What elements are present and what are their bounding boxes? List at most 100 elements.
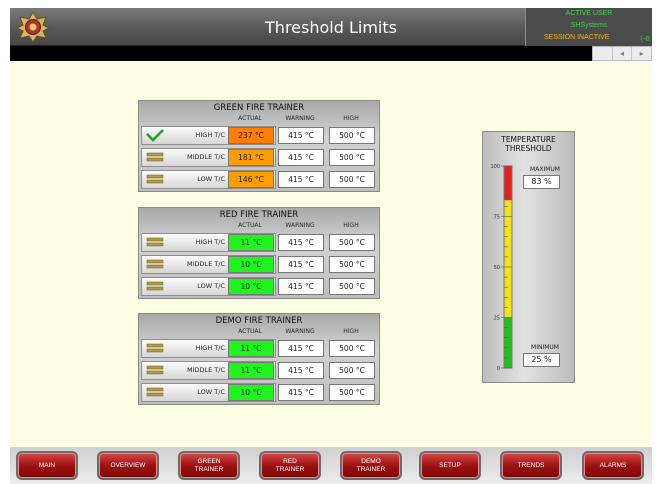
thermocouple-label: LOW T/C <box>197 388 225 396</box>
high-value-field[interactable]: 500 °C <box>329 127 375 144</box>
active-user-label: ACTIVE USER <box>565 10 613 17</box>
high-value-field[interactable]: 500 °C <box>329 149 375 166</box>
trainer-panel: GREEN FIRE TRAINER ACTUAL WARNING HIGH H… <box>138 100 380 192</box>
thermocouple-row: HIGH T/C 11 °C 415 °C 500 °C <box>139 338 379 360</box>
threshold-scale: 100 75 50 25 0 <box>490 164 513 372</box>
message-bar <box>10 46 592 61</box>
high-value-field[interactable]: 500 °C <box>329 256 375 273</box>
high-header: HIGH <box>343 328 359 335</box>
nav-overview-button[interactable]: OVERVIEW <box>97 451 159 480</box>
warning-value-field[interactable]: 415 °C <box>278 384 324 401</box>
high-header: HIGH <box>343 115 359 122</box>
thermocouple-label: LOW T/C <box>197 282 225 290</box>
warning-value-field[interactable]: 415 °C <box>278 278 324 295</box>
thermocouple-row: MIDDLE T/C 11 °C 415 °C 500 °C <box>139 360 379 382</box>
column-headers: ACTUAL WARNING HIGH <box>139 222 379 232</box>
session-status-panel: ACTIVE USER SHSystems SESSION INACTIVE (… <box>525 8 652 46</box>
threshold-title-line2: THRESHOLD <box>505 144 552 153</box>
warning-value-field[interactable]: 415 °C <box>278 149 324 166</box>
bottom-navigation: MAIN OVERVIEW GREEN TRAINER RED TRAINER DEMO TR… <box>10 447 652 484</box>
equals-icon <box>146 259 164 269</box>
high-zone <box>504 166 512 201</box>
nav-main-button[interactable]: MAIN <box>16 451 78 480</box>
actual-value: 11 °C <box>228 362 274 379</box>
thermocouple-label: MIDDLE T/C <box>186 153 225 161</box>
thermocouple-row: MIDDLE T/C 181 °C 415 °C 500 °C <box>139 147 379 169</box>
nav-setup-button[interactable]: SETUP <box>419 451 481 480</box>
check-icon <box>146 129 164 142</box>
actual-value: 10 °C <box>228 256 274 273</box>
actual-value: 237 °C <box>228 127 274 144</box>
actual-header: ACTUAL <box>238 115 262 122</box>
high-value-field[interactable]: 500 °C <box>329 171 375 188</box>
main-panel: GREEN FIRE TRAINER ACTUAL WARNING HIGH H… <box>10 61 652 447</box>
nav-alarms-button[interactable]: ALARMS <box>582 451 644 480</box>
warning-header: WARNING <box>285 222 315 229</box>
high-value-field[interactable]: 500 °C <box>329 340 375 357</box>
warning-header: WARNING <box>285 328 315 335</box>
scale-tick-label: 75 <box>494 215 500 221</box>
thermocouple-row: MIDDLE T/C 10 °C 415 °C 500 °C <box>139 254 379 276</box>
scale-tick-label: 100 <box>490 164 500 170</box>
scale-tick-label: 25 <box>494 316 500 322</box>
warning-value-field[interactable]: 415 °C <box>278 362 324 379</box>
threshold-title: TEMPERATURE THRESHOLD <box>483 135 574 153</box>
maximum-label: MAXIMUM <box>530 166 560 173</box>
scroll-left-button[interactable]: ◂ <box>611 47 632 60</box>
equals-icon <box>146 237 164 247</box>
equals-icon <box>146 343 164 353</box>
threshold-title-line1: TEMPERATURE <box>501 135 556 144</box>
scale-tick-label: 0 <box>497 366 500 372</box>
trainer-panel: DEMO FIRE TRAINER ACTUAL WARNING HIGH HI… <box>138 313 380 405</box>
thermocouple-label: HIGH T/C <box>195 131 226 139</box>
high-value-field[interactable]: 500 °C <box>329 362 375 379</box>
thermocouple-label: LOW T/C <box>197 175 225 183</box>
equals-icon <box>146 281 164 291</box>
warning-value-field[interactable]: 415 °C <box>278 234 324 251</box>
nav-trends-button[interactable]: TRENDS <box>500 451 562 480</box>
thermocouple-row: LOW T/C 10 °C 415 °C 500 °C <box>139 382 379 404</box>
trainer-title: DEMO FIRE TRAINER <box>215 316 303 326</box>
empty-slot <box>593 47 612 60</box>
warning-header: WARNING <box>285 115 315 122</box>
session-status: SESSION INACTIVE <box>544 34 610 41</box>
equals-icon <box>146 365 164 375</box>
scroll-right-button[interactable]: ▸ <box>631 47 651 60</box>
high-value-field[interactable]: 500 °C <box>329 278 375 295</box>
temperature-threshold-panel: TEMPERATURE THRESHOLD 100 75 50 25 0 MAXIMUM… <box>482 131 575 383</box>
warning-value-field[interactable]: 415 °C <box>278 127 324 144</box>
page-scroll-control: ◂ ▸ <box>592 46 652 61</box>
warning-zone <box>504 200 512 318</box>
high-header: HIGH <box>343 222 359 229</box>
nav-green-trainer-button[interactable]: GREEN TRAINER <box>178 451 240 480</box>
actual-header: ACTUAL <box>238 328 262 335</box>
warning-value-field[interactable]: 415 °C <box>278 256 324 273</box>
actual-header: ACTUAL <box>238 222 262 229</box>
trainer-panel: RED FIRE TRAINER ACTUAL WARNING HIGH HIG… <box>138 207 380 299</box>
maximum-value-field[interactable]: 83 % <box>523 175 560 189</box>
actual-value: 11 °C <box>228 234 274 251</box>
thermocouple-label: HIGH T/C <box>195 344 226 352</box>
minimum-value-field[interactable]: 25 % <box>523 353 560 367</box>
thermocouple-label: MIDDLE T/C <box>186 366 225 374</box>
equals-icon <box>146 387 164 397</box>
actual-value: 10 °C <box>228 384 274 401</box>
normal-zone <box>504 317 512 368</box>
thermocouple-label: HIGH T/C <box>195 238 226 246</box>
actual-value: 11 °C <box>228 340 274 357</box>
high-value-field[interactable]: 500 °C <box>329 384 375 401</box>
warning-value-field[interactable]: 415 °C <box>278 340 324 357</box>
nav-demo-trainer-button[interactable]: DEMO TRAINER <box>340 451 402 480</box>
trainer-title: GREEN FIRE TRAINER <box>213 103 305 113</box>
column-headers: ACTUAL WARNING HIGH <box>139 115 379 125</box>
actual-value: 10 °C <box>228 278 274 295</box>
warning-value-field[interactable]: 415 °C <box>278 171 324 188</box>
equals-icon <box>146 174 164 184</box>
thermocouple-row: LOW T/C 146 °C 415 °C 500 °C <box>139 169 379 191</box>
nav-red-trainer-button[interactable]: RED TRAINER <box>259 451 321 480</box>
equals-icon <box>146 152 164 162</box>
thermocouple-row: HIGH T/C 11 °C 415 °C 500 °C <box>139 232 379 254</box>
trainer-title: RED FIRE TRAINER <box>219 210 299 220</box>
actual-value: 146 °C <box>228 171 274 188</box>
high-value-field[interactable]: 500 °C <box>329 234 375 251</box>
